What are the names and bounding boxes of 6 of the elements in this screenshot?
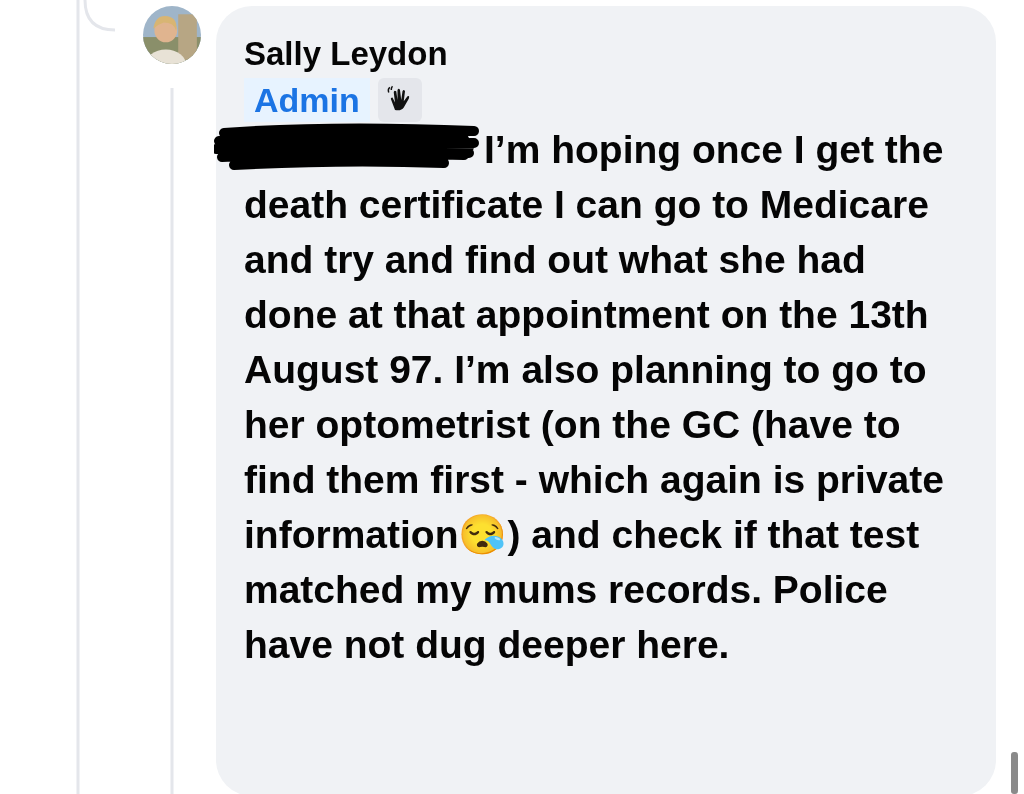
thread-connector [83, 0, 116, 32]
author-name[interactable]: Sally Leydon [244, 34, 448, 74]
admin-badge: Admin [244, 78, 370, 122]
comment-text: I’m hoping once I get the death certificate I can go to Medicare and try and find out what she had done at that appointment on the 13th August 97. I’m also planning to go to her optometrist (on the GC (have to find them first - which again is private information😪) and check if that test matched my mums records. Police have not dug deeper here. [244, 122, 969, 672]
scrollbar[interactable] [1011, 752, 1018, 794]
waving-hand-icon[interactable] [377, 78, 422, 122]
